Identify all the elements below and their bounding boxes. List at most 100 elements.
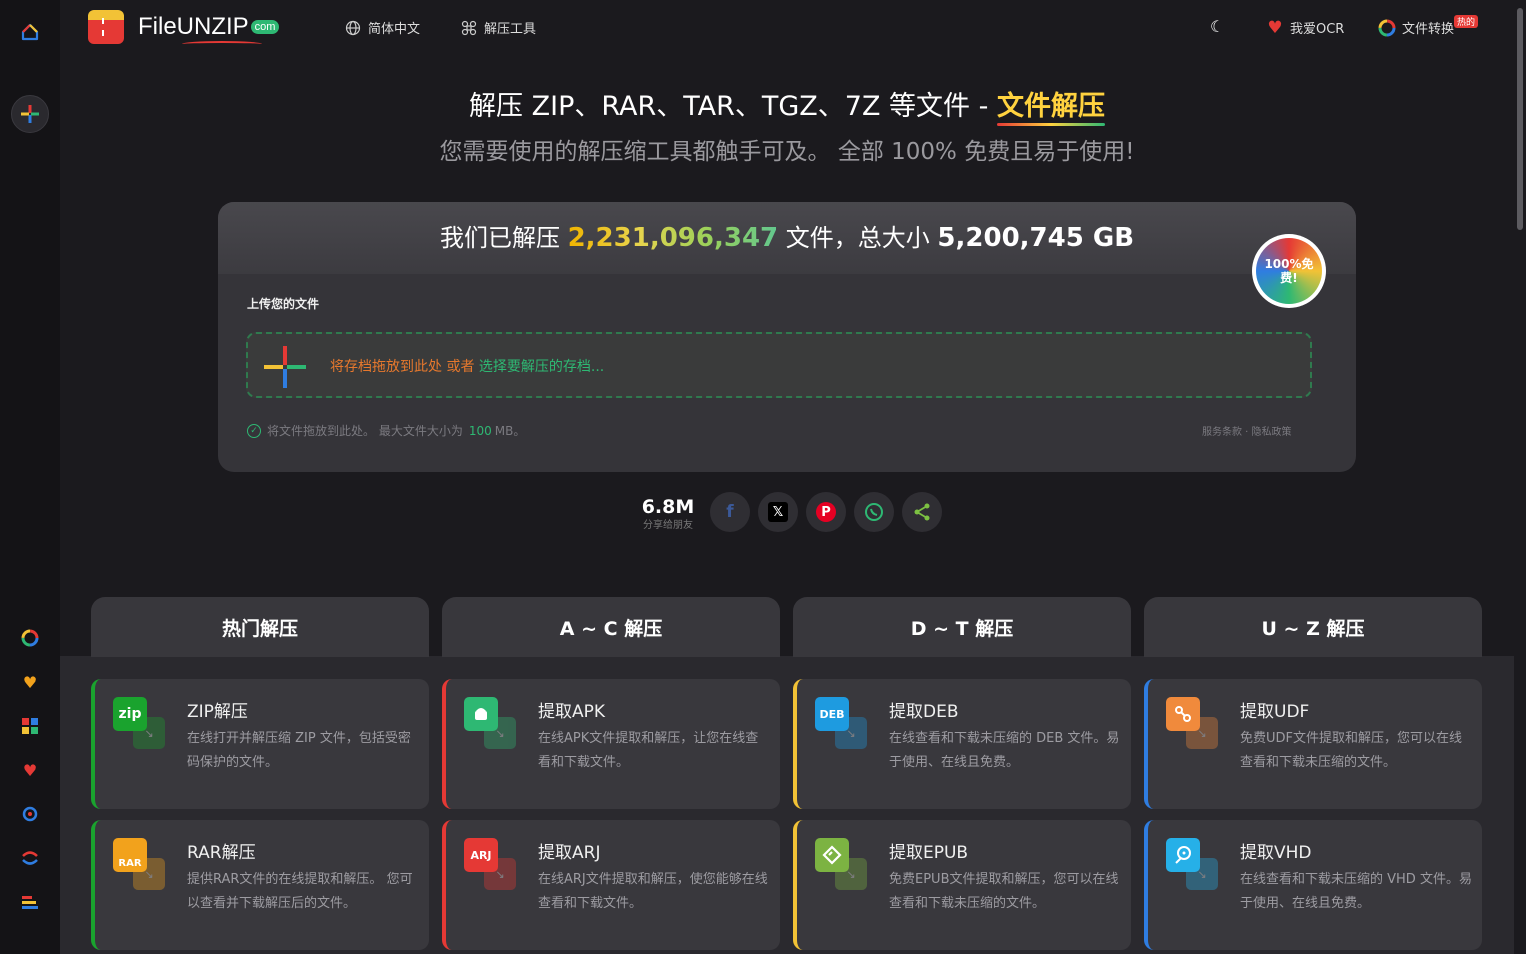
hero-title: 解压 ZIP、RAR、TAR、TGZ、7Z 等文件 - 文件解压 bbox=[60, 84, 1514, 123]
epub-icon bbox=[815, 838, 849, 872]
home-icon[interactable] bbox=[18, 20, 42, 44]
upload-card: 我们已解压 2,231,096,347 文件，总大小 5,200,745 GB … bbox=[218, 202, 1356, 472]
tab-a-c[interactable]: A ~ C 解压 bbox=[442, 597, 780, 657]
hero-title-prefix: 解压 ZIP、RAR、TAR、TGZ、7Z 等文件 - bbox=[469, 91, 997, 122]
nav-tools-label: 解压工具 bbox=[484, 22, 537, 37]
whatsapp-icon[interactable] bbox=[854, 492, 894, 532]
nav-tools[interactable]: 解压工具 bbox=[460, 18, 536, 37]
app-root: ♥ ♥ FileUNZIP com 简体中文 解压工具 ☾ ♥ 我爱OCR 文件… bbox=[0, 0, 1526, 954]
convert-app-icon[interactable] bbox=[18, 626, 42, 650]
drop-zone[interactable]: 将存档拖放到此处 或者 选择要解压的存档... bbox=[246, 332, 1312, 398]
nav-ocr-label: 我爱OCR bbox=[1290, 22, 1345, 37]
plus-icon bbox=[264, 346, 306, 388]
logo-text: FileUNZIP com bbox=[138, 13, 280, 43]
convert-logo-icon bbox=[1378, 19, 1396, 37]
tool-card-zip[interactable]: ↘ zip ZIP解压 在线打开并解压缩 ZIP 文件，包括受密码保护的文件。 bbox=[91, 679, 429, 809]
top-header: FileUNZIP com 简体中文 解压工具 ☾ ♥ 我爱OCR 文件转换 热… bbox=[60, 0, 1514, 56]
hero-subtitle: 您需要使用的解压缩工具都触手可及。 全部 100% 免费且易于使用! bbox=[439, 139, 1135, 165]
deb-icon: DEB bbox=[815, 697, 849, 731]
total-size: 5,200,745 GB bbox=[937, 223, 1135, 253]
free-badge-text: 100%免费! bbox=[1256, 238, 1322, 304]
scrollbar-thumb[interactable] bbox=[1517, 8, 1523, 230]
tool-title: RAR解压 bbox=[187, 843, 256, 863]
tool-desc: 在线打开并解压缩 ZIP 文件，包括受密码保护的文件。 bbox=[187, 731, 411, 770]
nav-convert-label: 文件转换 bbox=[1402, 22, 1455, 37]
moon-icon[interactable]: ☾ bbox=[1210, 17, 1224, 36]
files-count: 2,231,096,347 bbox=[567, 223, 779, 253]
facebook-icon[interactable]: f bbox=[710, 492, 750, 532]
hot-badge: 热的 bbox=[1454, 15, 1479, 28]
android-icon bbox=[464, 697, 498, 731]
tool-card-arj[interactable]: ↘ ARJ 提取ARJ 在线ARJ文件提取和解压，使您能够在线查看和下载文件。 bbox=[442, 820, 780, 950]
sync-icon[interactable] bbox=[18, 846, 42, 870]
share-label: 分享给朋友 bbox=[643, 520, 693, 531]
heart-icon[interactable]: ♥ bbox=[18, 758, 42, 782]
upload-hint: ✓ 将文件拖放到此处。 最大文件大小为 100 MB。 bbox=[247, 422, 525, 439]
command-icon bbox=[460, 19, 478, 37]
bars-icon[interactable] bbox=[18, 890, 42, 914]
grid-apps-icon[interactable] bbox=[18, 714, 42, 738]
logo-swoosh bbox=[182, 41, 262, 47]
scrollbar[interactable] bbox=[1514, 0, 1526, 954]
tool-card-apk[interactable]: ↘ 提取APK 在线APK文件提取和解压，让您在线查看和下载文件。 bbox=[442, 679, 780, 809]
logo-zip-icon bbox=[88, 10, 124, 44]
share-count: 6.8M bbox=[641, 496, 695, 518]
tool-card-rar[interactable]: ↘ RAR RAR解压 提供RAR文件的在线提取和解压。 您可以查看并下载解压后… bbox=[91, 820, 429, 950]
stats-line: 我们已解压 2,231,096,347 文件，总大小 5,200,745 GB bbox=[218, 218, 1356, 253]
stats-mid: 文件，总大小 bbox=[785, 224, 930, 252]
share-icon[interactable] bbox=[902, 492, 942, 532]
legal-links[interactable]: 服务条款 · 隐私政策 bbox=[1202, 423, 1292, 438]
tool-desc: 免费EPUB文件提取和解压，您可以在线查看和下载未压缩的文件。 bbox=[889, 872, 1119, 911]
tool-desc: 在线查看和下载未压缩的 DEB 文件。易于使用、在线且免费。 bbox=[889, 731, 1120, 770]
x-twitter-icon[interactable]: 𝕏 bbox=[758, 492, 798, 532]
tool-title: 提取APK bbox=[538, 702, 606, 722]
tab-d-t[interactable]: D ~ T 解压 bbox=[793, 597, 1131, 657]
hint-size: 100 bbox=[468, 423, 492, 438]
choose-file-link[interactable]: 选择要解压的存档... bbox=[479, 359, 604, 375]
tool-title: 提取ARJ bbox=[538, 843, 601, 863]
scan-icon[interactable] bbox=[18, 802, 42, 826]
tab-popular[interactable]: 热门解压 bbox=[91, 597, 429, 657]
disc-icon bbox=[1166, 697, 1200, 731]
nav-ocr[interactable]: ♥ 我爱OCR bbox=[1266, 17, 1345, 38]
logo-wordmark: FileUNZIP bbox=[138, 13, 249, 40]
tab-u-z[interactable]: U ~ Z 解压 bbox=[1144, 597, 1482, 657]
hint-suffix: MB。 bbox=[494, 424, 526, 438]
arj-icon: ARJ bbox=[464, 838, 498, 872]
tool-desc: 免费UDF文件提取和解压，您可以在线查看和下载未压缩的文件。 bbox=[1240, 731, 1463, 770]
disk-icon bbox=[1166, 838, 1200, 872]
free-badge: 100%免费! bbox=[1252, 234, 1326, 308]
hint-prefix: 将文件拖放到此处。 最大文件大小为 bbox=[267, 424, 463, 438]
nav-language[interactable]: 简体中文 bbox=[344, 18, 420, 37]
tool-desc: 在线ARJ文件提取和解压，使您能够在线查看和下载文件。 bbox=[538, 872, 768, 911]
globe-icon bbox=[344, 19, 362, 37]
tool-desc: 提供RAR文件的在线提取和解压。 您可以查看并下载解压后的文件。 bbox=[187, 872, 413, 911]
drop-text: 将存档拖放到此处 或者 选择要解压的存档... bbox=[330, 356, 604, 376]
logo-suffix: com bbox=[250, 20, 280, 34]
tool-card-deb[interactable]: ↘ DEB 提取DEB 在线查看和下载未压缩的 DEB 文件。易于使用、在线且免… bbox=[793, 679, 1131, 809]
tool-title: 提取EPUB bbox=[889, 843, 969, 863]
tool-title: 提取DEB bbox=[889, 702, 959, 722]
zip-icon: zip bbox=[113, 697, 147, 731]
site-logo[interactable]: FileUNZIP com bbox=[88, 10, 280, 44]
check-circle-icon: ✓ bbox=[247, 423, 261, 438]
pinterest-icon[interactable]: P bbox=[806, 492, 846, 532]
heart-badge-icon[interactable]: ♥ bbox=[18, 670, 42, 694]
tool-title: ZIP解压 bbox=[187, 702, 248, 722]
tool-card-udf[interactable]: ↘ 提取UDF 免费UDF文件提取和解压，您可以在线查看和下载未压缩的文件。 bbox=[1144, 679, 1482, 809]
tool-title: 提取VHD bbox=[1240, 843, 1312, 863]
tool-title: 提取UDF bbox=[1240, 702, 1310, 722]
add-icon[interactable] bbox=[11, 95, 49, 133]
drop-instruction: 将存档拖放到此处 或者 bbox=[330, 359, 475, 375]
tool-card-vhd[interactable]: ↘ 提取VHD 在线查看和下载未压缩的 VHD 文件。易于使用、在线且免费。 bbox=[1144, 820, 1482, 950]
share-counter: 6.8M 分享给朋友 bbox=[636, 496, 700, 531]
tool-card-epub[interactable]: ↘ 提取EPUB 免费EPUB文件提取和解压，您可以在线查看和下载未压缩的文件。 bbox=[793, 820, 1131, 950]
stats-prefix: 我们已解压 bbox=[439, 224, 560, 252]
left-rail: ♥ ♥ bbox=[0, 0, 60, 954]
hero-title-accent: 文件解压 bbox=[996, 91, 1105, 122]
tool-desc: 在线APK文件提取和解压，让您在线查看和下载文件。 bbox=[538, 731, 759, 770]
rar-icon: RAR bbox=[113, 838, 147, 872]
heart-logo-icon: ♥ bbox=[1267, 17, 1283, 38]
tool-desc: 在线查看和下载未压缩的 VHD 文件。易于使用、在线且免费。 bbox=[1240, 872, 1472, 911]
nav-convert[interactable]: 文件转换 热的 bbox=[1378, 15, 1479, 37]
